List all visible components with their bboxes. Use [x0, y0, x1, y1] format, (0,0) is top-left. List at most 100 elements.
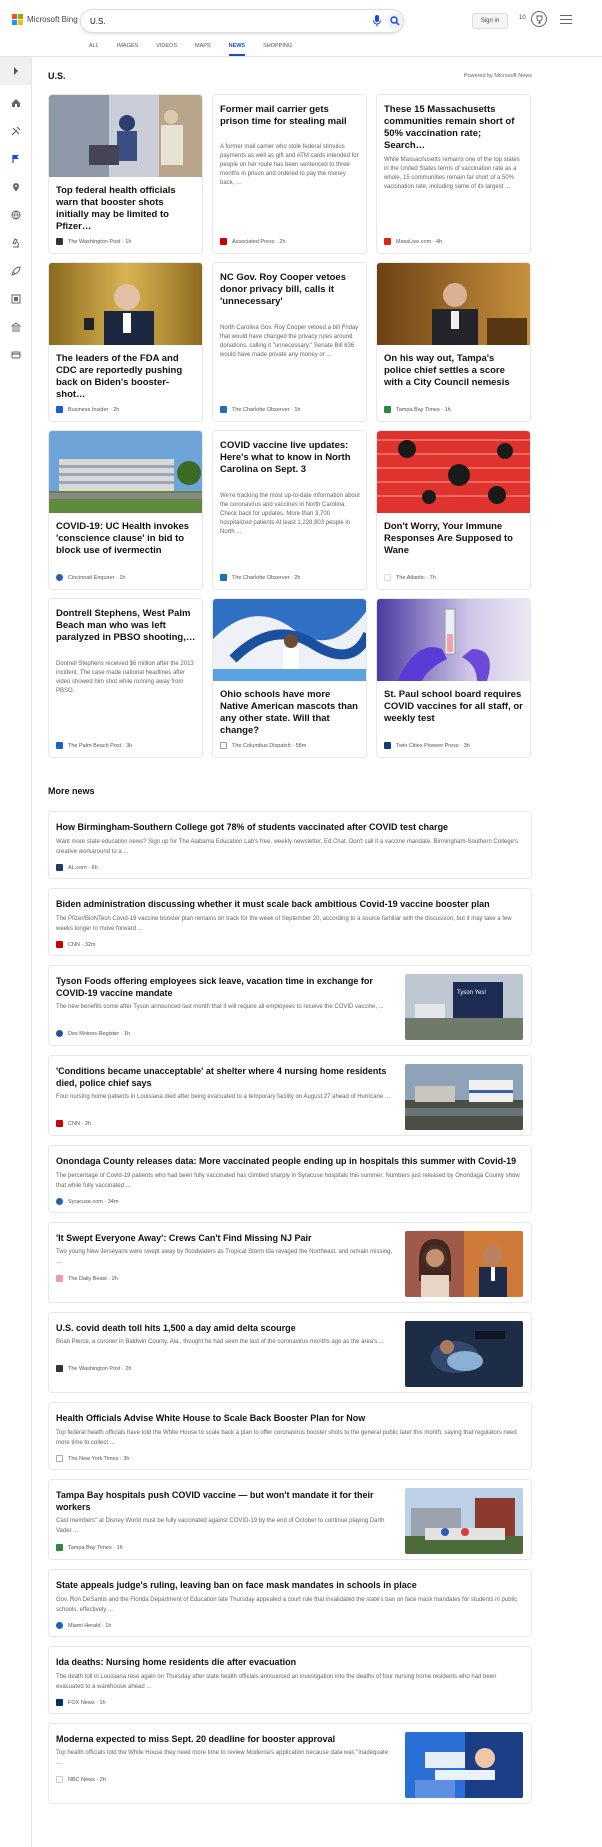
item-source[interactable]: Syracuse.com · 34m [56, 1198, 118, 1205]
home-icon[interactable] [10, 97, 22, 109]
location-pin-icon[interactable] [10, 181, 22, 193]
flag-icon[interactable] [10, 153, 22, 165]
card-title[interactable]: NC Gov. Roy Cooper vetoes donor privacy … [220, 272, 360, 308]
news-card[interactable]: On his way out, Tampa's police chief set… [376, 262, 531, 422]
news-list-item[interactable]: Ida deaths: Nursing home residents die a… [48, 1646, 532, 1714]
credit-card-icon[interactable] [10, 349, 22, 361]
news-card[interactable]: Dontrell Stephens, West Palm Beach man w… [48, 598, 203, 758]
item-source[interactable]: CNN · 2h [56, 1120, 91, 1127]
card-title[interactable]: St. Paul school board requires COVID vac… [384, 689, 524, 725]
card-source[interactable]: Business Insider · 2h [56, 406, 119, 413]
item-title[interactable]: Ida deaths: Nursing home residents die a… [56, 1656, 524, 1668]
powered-by-label[interactable]: Powered by Microsoft News [464, 73, 532, 79]
item-source[interactable]: The New York Times · 3h [56, 1455, 129, 1462]
news-list-item[interactable]: Moderna expected to miss Sept. 20 deadli… [48, 1723, 532, 1804]
news-card[interactable]: Ohio schools have more Native American m… [212, 598, 367, 758]
card-source[interactable]: The Columbus Dispatch · 58m [220, 742, 306, 749]
news-list-item[interactable]: 'It Swept Everyone Away': Crews Can't Fi… [48, 1222, 532, 1303]
item-title[interactable]: Tampa Bay hospitals push COVID vaccine —… [56, 1489, 394, 1513]
card-title[interactable]: Ohio schools have more Native American m… [220, 689, 360, 737]
expand-rail-button[interactable] [0, 57, 31, 85]
film-icon[interactable] [10, 293, 22, 305]
search-box[interactable] [80, 9, 404, 33]
item-title[interactable]: Onondaga County releases data: More vacc… [56, 1155, 524, 1167]
news-card[interactable]: The leaders of the FDA and CDC are repor… [48, 262, 203, 422]
news-card[interactable]: COVID-19: UC Health invokes 'conscience … [48, 430, 203, 590]
tab-all[interactable]: ALL [80, 42, 108, 56]
news-card[interactable]: Top federal health officials warn that b… [48, 94, 203, 254]
card-title[interactable]: These 15 Massachusetts communities remai… [384, 104, 524, 152]
card-source[interactable]: The Palm Beach Post · 3h [56, 742, 132, 749]
item-title[interactable]: Health Officials Advise White House to S… [56, 1412, 524, 1424]
tools-icon[interactable] [10, 125, 22, 137]
news-card[interactable]: COVID vaccine live updates: Here's what … [212, 430, 367, 590]
item-title[interactable]: Biden administration discussing whether … [56, 898, 524, 910]
card-title[interactable]: On his way out, Tampa's police chief set… [384, 353, 524, 389]
card-source[interactable]: The Charlotte Observer · 1h [220, 406, 300, 413]
item-title[interactable]: 'Conditions became unacceptable' at shel… [56, 1065, 394, 1089]
item-source[interactable]: Des Moines Register · 1h [56, 1030, 130, 1037]
news-list-item[interactable]: How Birmingham-Southern College got 78% … [48, 811, 532, 879]
card-source[interactable]: Tampa Bay Times · 1h [384, 406, 451, 413]
tab-shopping[interactable]: SHOPPING [254, 42, 301, 56]
item-source[interactable]: NBC News · 2h [56, 1776, 106, 1783]
item-title[interactable]: Moderna expected to miss Sept. 20 deadli… [56, 1733, 394, 1745]
news-list-item[interactable]: Tampa Bay hospitals push COVID vaccine —… [48, 1479, 532, 1560]
rewards-count[interactable]: 10 [519, 15, 526, 21]
hamburger-menu-icon[interactable] [560, 15, 572, 25]
news-card[interactable]: Former mail carrier gets prison time for… [212, 94, 367, 254]
news-list-item[interactable]: Health Officials Advise White House to S… [48, 1402, 532, 1470]
news-list-item[interactable]: Tyson Foods offering employees sick leav… [48, 965, 532, 1046]
tab-maps[interactable]: MAPS [186, 42, 220, 56]
sign-in-button[interactable]: Sign in [472, 13, 508, 29]
item-source[interactable]: Tampa Bay Times · 1h [56, 1544, 123, 1551]
item-title[interactable]: Tyson Foods offering employees sick leav… [56, 975, 394, 999]
tab-images[interactable]: IMAGES [108, 42, 147, 56]
item-source[interactable]: Miami Herald · 1h [56, 1622, 111, 1629]
news-card[interactable]: St. Paul school board requires COVID vac… [376, 598, 531, 758]
item-source[interactable]: FOX News · 1h [56, 1699, 106, 1706]
card-title[interactable]: COVID vaccine live updates: Here's what … [220, 440, 360, 476]
card-source[interactable]: The Washington Post · 1h [56, 238, 131, 245]
card-source[interactable]: MassLive.com · 4h [384, 238, 442, 245]
news-list-item[interactable]: Onondaga County releases data: More vacc… [48, 1145, 532, 1213]
rewards-trophy-icon[interactable] [531, 11, 547, 27]
item-title[interactable]: State appeals judge's ruling, leaving ba… [56, 1579, 524, 1591]
tab-news[interactable]: NEWS [220, 42, 255, 56]
item-source[interactable]: AL.com · 6h [56, 864, 98, 871]
card-title[interactable]: Dontrell Stephens, West Palm Beach man w… [56, 608, 196, 644]
tab-videos[interactable]: VIDEOS [147, 42, 186, 56]
card-source[interactable]: Twin Cities Pioneer Press · 3h [384, 742, 470, 749]
item-source[interactable]: CNN · 32m [56, 941, 96, 948]
bank-icon[interactable] [10, 321, 22, 333]
card-title[interactable]: Don't Worry, Your Immune Responses Are S… [384, 521, 524, 557]
card-source[interactable]: The Atlantic · 7h [384, 574, 436, 581]
fox-news-logo-icon [56, 1699, 63, 1706]
item-source[interactable]: The Daily Beast · 2h [56, 1275, 118, 1282]
card-source[interactable]: The Charlotte Observer · 2h [220, 574, 300, 581]
news-card[interactable]: These 15 Massachusetts communities remai… [376, 94, 531, 254]
card-title[interactable]: Top federal health officials warn that b… [56, 185, 196, 233]
microscope-icon[interactable] [10, 237, 22, 249]
search-input[interactable] [90, 14, 350, 28]
card-title[interactable]: Former mail carrier gets prison time for… [220, 104, 360, 128]
news-list-item[interactable]: State appeals judge's ruling, leaving ba… [48, 1569, 532, 1637]
news-card[interactable]: Don't Worry, Your Immune Responses Are S… [376, 430, 531, 590]
item-title[interactable]: 'It Swept Everyone Away': Crews Can't Fi… [56, 1232, 394, 1244]
search-icon[interactable] [387, 13, 403, 29]
news-list-item[interactable]: U.S. covid death toll hits 1,500 a day a… [48, 1312, 532, 1393]
news-card[interactable]: NC Gov. Roy Cooper vetoes donor privacy … [212, 262, 367, 422]
card-source[interactable]: Associated Press · 2h [220, 238, 286, 245]
item-title[interactable]: U.S. covid death toll hits 1,500 a day a… [56, 1322, 394, 1334]
news-list-item[interactable]: 'Conditions became unacceptable' at shel… [48, 1055, 532, 1136]
item-title[interactable]: How Birmingham-Southern College got 78% … [56, 821, 524, 833]
globe-icon[interactable] [10, 209, 22, 221]
bing-logo[interactable]: Microsoft Bing [12, 14, 78, 25]
news-list-item[interactable]: Biden administration discussing whether … [48, 888, 532, 956]
card-title[interactable]: The leaders of the FDA and CDC are repor… [56, 353, 196, 401]
card-title[interactable]: COVID-19: UC Health invokes 'conscience … [56, 521, 196, 557]
card-source[interactable]: Cincinnati Enquirer · 1h [56, 574, 125, 581]
microphone-icon[interactable] [371, 14, 383, 28]
rocket-icon[interactable] [10, 265, 22, 277]
item-source[interactable]: The Washington Post · 2h [56, 1365, 131, 1372]
